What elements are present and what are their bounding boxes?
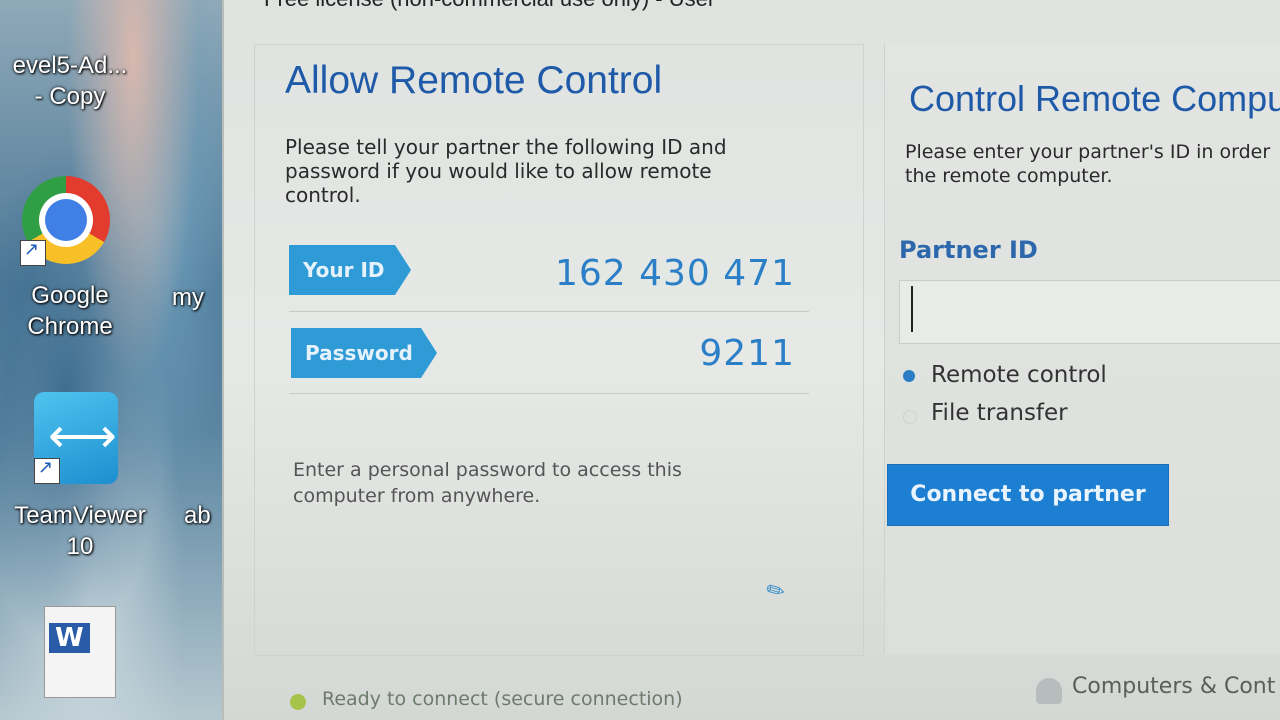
shortcut-arrow-icon xyxy=(20,239,46,266)
connect-to-partner-button[interactable]: Connect to partner xyxy=(887,464,1169,526)
your-id-value[interactable]: 162 430 471 xyxy=(535,253,795,294)
desktop: evel5-Ad... - Copy Google Chrome my Team… xyxy=(0,0,222,720)
desktop-shortcut-my[interactable]: my xyxy=(172,282,222,313)
divider xyxy=(289,311,809,312)
shortcut-arrow-icon xyxy=(34,457,60,484)
word-document-icon[interactable] xyxy=(44,606,116,698)
window-title: Free license (non-commercial use only) -… xyxy=(264,0,715,12)
contacts-icon[interactable] xyxy=(1036,678,1062,704)
desktop-shortcut-level5-copy[interactable]: evel5-Ad... - Copy xyxy=(0,50,140,112)
personal-password-link[interactable]: Enter a personal password to access this… xyxy=(293,457,743,509)
desktop-shortcut-label: Google Chrome xyxy=(27,282,113,340)
your-id-tag: Your ID xyxy=(289,245,411,295)
divider xyxy=(289,393,809,394)
desktop-shortcut-label: evel5-Ad... - Copy xyxy=(12,52,128,110)
connection-status-dot xyxy=(290,694,306,710)
connection-status-text: Ready to connect (secure connection) xyxy=(322,688,683,710)
desktop-shortcut-label: TeamViewer 10 xyxy=(14,502,146,560)
control-remote-description: Please enter your partner's ID in order … xyxy=(905,141,1271,187)
password-value[interactable]: 9211 xyxy=(635,333,795,374)
file-transfer-label[interactable]: File transfer xyxy=(931,400,1068,426)
remote-control-radio[interactable] xyxy=(903,370,915,382)
control-remote-heading: Control Remote Compu xyxy=(909,78,1280,119)
pencil-icon[interactable]: ✎ xyxy=(762,576,790,607)
remote-control-label[interactable]: Remote control xyxy=(931,362,1107,388)
desktop-shortcut-label: my xyxy=(172,284,204,311)
text-caret xyxy=(911,286,913,332)
desktop-shortcut-ab[interactable]: ab xyxy=(184,500,222,531)
desktop-shortcut-teamviewer[interactable]: TeamViewer 10 xyxy=(0,500,160,562)
allow-remote-control-panel: Allow Remote Control Please tell your pa… xyxy=(254,44,864,656)
desktop-shortcut-label: ab xyxy=(184,502,211,529)
file-transfer-radio[interactable] xyxy=(903,410,917,424)
teamviewer-window: Free license (non-commercial use only) -… xyxy=(222,0,1280,720)
control-remote-computer-panel: Control Remote Compu Please enter your p… xyxy=(884,44,1280,654)
allow-remote-description: Please tell your partner the following I… xyxy=(285,135,727,207)
desktop-shortcut-chrome[interactable]: Google Chrome xyxy=(0,280,140,342)
partner-id-input[interactable] xyxy=(899,280,1280,344)
password-tag: Password xyxy=(291,328,437,378)
allow-remote-heading: Allow Remote Control xyxy=(285,59,663,102)
partner-id-label: Partner ID xyxy=(899,236,1038,264)
computers-contacts-link[interactable]: Computers & Cont xyxy=(1072,674,1275,699)
